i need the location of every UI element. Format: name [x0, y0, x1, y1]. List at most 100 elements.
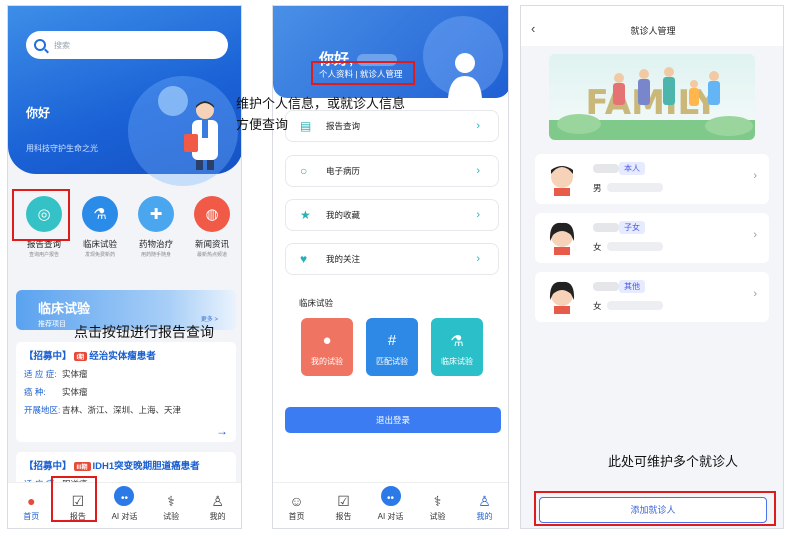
patient-id-masked — [607, 183, 663, 192]
trial-title: 经治实体瘤患者 — [89, 351, 156, 362]
search-icon — [34, 39, 46, 51]
home-slogan: 用科技守护生命之光 — [26, 144, 98, 153]
chevron-right-icon: › — [476, 165, 480, 177]
tab-label: 首页 — [23, 512, 40, 521]
female-avatar-icon — [549, 281, 575, 314]
tile-label: 我的试验 — [311, 357, 343, 366]
menu-label: 我的收藏 — [326, 210, 361, 220]
robot-icon: •• — [111, 483, 138, 509]
tile-label: 临床试验 — [441, 357, 473, 366]
clinical-trial-button[interactable]: ⚗ 临床试验 发现免费新药 — [74, 196, 126, 258]
search-bar[interactable]: 搜索 — [26, 31, 228, 59]
annotation-report: 点击按钮进行报告查询 — [74, 324, 214, 340]
chevron-right-icon: › — [476, 209, 480, 221]
annotation-line: 方便查询 — [236, 117, 289, 132]
patient-card[interactable]: 其他 女 › — [535, 272, 769, 322]
back-arrow-icon[interactable]: ‹ — [531, 6, 535, 52]
tile-label: 匹配试验 — [376, 357, 408, 366]
male-avatar-icon — [551, 166, 573, 196]
chevron-right-icon: › — [753, 288, 757, 300]
quick-action-sub: 发现免费新药 — [84, 252, 115, 258]
tab-report[interactable]: ☑ 报告 — [324, 493, 364, 522]
menu-label: 我的关注 — [326, 254, 361, 264]
chevron-right-icon: › — [753, 170, 757, 182]
user-icon: ● — [322, 332, 332, 349]
news-button[interactable]: ◍ 新闻资讯 最新热点频道 — [186, 196, 238, 258]
highlight-add-patient — [534, 491, 776, 526]
chevron-right-icon: › — [476, 253, 480, 265]
tab-trial[interactable]: ⚕ 试验 — [151, 493, 191, 522]
quick-action-sub: 用药随手随身 — [140, 252, 171, 258]
quick-action-sub: 查询用户报告 — [28, 252, 59, 258]
annotation-profile: 维护个人信息，或就诊人信息 方便查询 — [236, 93, 405, 135]
grid-icon: # — [387, 332, 397, 349]
tab-home[interactable]: ● 首页 — [11, 493, 51, 522]
patient-name-masked — [593, 164, 619, 173]
user-icon: ♙ — [211, 493, 224, 509]
quick-action-sub: 最新热点频道 — [196, 252, 227, 258]
trial-field-value: 吉林、浙江、深圳、上海、天津 — [62, 405, 182, 415]
tab-label: 试验 — [429, 512, 446, 521]
tab-label: 我的 — [476, 512, 493, 521]
patient-name-masked — [593, 223, 619, 232]
chevron-right-icon: › — [753, 229, 757, 241]
chevron-right-icon: › — [476, 120, 480, 132]
highlight-profile-links — [311, 61, 415, 85]
drug-treatment-button[interactable]: ✚ 药物治疗 用药随手随身 — [130, 196, 182, 258]
trial-field-key: 适 应 症: — [24, 369, 57, 379]
trial-phase-badge: I期 — [73, 351, 88, 361]
menu-emr[interactable]: ○ 电子病历 › — [285, 155, 499, 187]
tab-trial[interactable]: ⚕ 试验 — [418, 493, 458, 522]
patient-id-masked — [607, 301, 663, 310]
tab-home[interactable]: ☺ 首页 — [277, 493, 317, 522]
tab-mine[interactable]: ♙ 我的 — [465, 493, 505, 522]
trial-field-value: 实体瘤 — [62, 369, 88, 379]
tab-label: 首页 — [288, 512, 305, 521]
tile-match-trial[interactable]: # 匹配试验 — [366, 318, 418, 376]
patient-card[interactable]: 本人 男 › — [535, 154, 769, 204]
section-title: 临床试验 — [299, 298, 334, 308]
patient-id-masked — [607, 242, 663, 251]
heart-icon: ♥ — [300, 252, 308, 266]
tile-clinical-trial[interactable]: ⚗ 临床试验 — [431, 318, 483, 376]
menu-favorites[interactable]: ★ 我的收藏 › — [285, 199, 499, 231]
trial-title: IDH1突变晚期胆道癌患者 — [92, 461, 200, 472]
tab-label: AI 对话 — [377, 512, 404, 521]
tab-ai-chat[interactable]: •• AI 对话 — [371, 483, 411, 522]
tile-my-trial[interactable]: ● 我的试验 — [301, 318, 353, 376]
microscope-icon: ⚗ — [450, 333, 464, 350]
menu-follows[interactable]: ♥ 我的关注 › — [285, 243, 499, 275]
patient-sex: 女 — [593, 242, 602, 252]
bottom-tab-bar: ● 首页 ☑ 报告 •• AI 对话 ⚕ 试验 ♙ 我的 — [8, 482, 241, 528]
female-avatar-icon — [549, 222, 575, 255]
home-greeting: 你好 — [26, 106, 51, 120]
relation-badge: 其他 — [619, 280, 645, 293]
patient-sex: 女 — [593, 301, 602, 311]
user-icon: ♙ — [478, 493, 491, 509]
logout-button[interactable]: 退出登录 — [285, 407, 501, 433]
arrow-right-icon[interactable]: → — [216, 424, 228, 438]
home-screen: 搜索 你好 用科技守护生命之光 ◎ 报告查询 查询用户报告 ⚗ 临床试验 发现免… — [7, 5, 242, 529]
annotation-line: 维护个人信息，或就诊人信息 — [236, 96, 406, 111]
tab-label: AI 对话 — [111, 512, 138, 521]
trial-phase-badge: III期 — [73, 461, 91, 471]
trial-card[interactable]: 【招募中】 I期 经治实体瘤患者 适 应 症: 实体瘤 癌 种: 实体瘤 开展地区: 吉林… — [16, 342, 236, 442]
home-icon: ● — [27, 493, 36, 509]
bottom-tab-bar: ☺ 首页 ☑ 报告 •• AI 对话 ⚕ 试验 ♙ 我的 — [273, 482, 508, 528]
planet-icon: ◍ — [194, 196, 230, 232]
highlight-report-tab — [51, 476, 97, 522]
stethoscope-icon: ⚕ — [433, 493, 442, 509]
tab-ai-chat[interactable]: •• AI 对话 — [104, 483, 144, 522]
relation-badge: 子女 — [619, 221, 645, 234]
doctor-illustration-icon — [184, 101, 218, 170]
patient-sex: 男 — [593, 183, 602, 193]
record-icon: ○ — [300, 164, 308, 178]
trial-field-key: 开展地区: — [24, 405, 61, 415]
trial-field-value: 实体瘤 — [62, 387, 88, 397]
patient-card[interactable]: 子女 女 › — [535, 213, 769, 263]
highlight-report-query — [12, 189, 70, 241]
family-icon: FAMILY — [549, 67, 755, 140]
trial-status: 【招募中】 — [24, 351, 72, 362]
tab-mine[interactable]: ♙ 我的 — [198, 493, 238, 522]
profile-screen: 你好, 个人资料 | 就诊人管理 ▤ 报告查询 › ○ 电子病历 › ★ 我的收藏 › ♥ 我… — [272, 5, 509, 529]
